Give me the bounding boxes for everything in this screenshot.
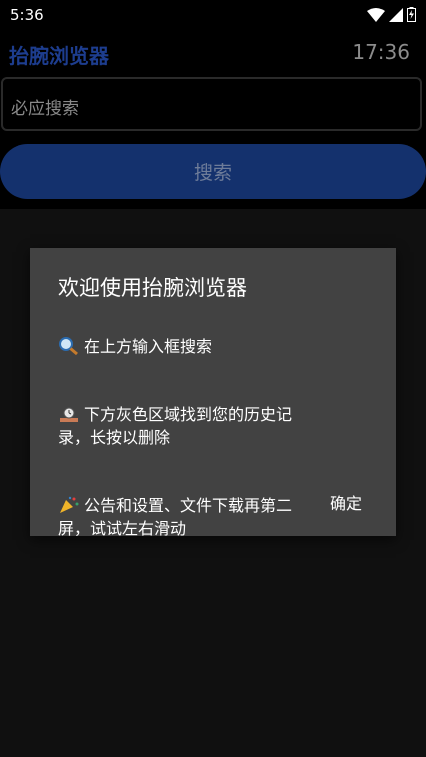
- alarm-clock-icon: [60, 407, 78, 422]
- battery-charging-icon: [407, 7, 416, 22]
- search-button-label: 搜索: [193, 162, 232, 184]
- dialog-line-history-text: 下方灰色区域找到您的历史记 录，长按以删除: [58, 405, 293, 447]
- dialog-line-history: 下方灰色区域找到您的历史记 录，长按以删除: [58, 380, 368, 449]
- dialog-line-search-text: 在上方输入框搜索: [84, 337, 213, 356]
- search-input[interactable]: 必应搜索: [1, 77, 422, 131]
- welcome-dialog: 欢迎使用抬腕浏览器 在上方输入框搜索 下方灰色区域找到您的历史记 录，长按以删除…: [30, 248, 396, 538]
- dialog-line-swipe-text: 公告和设置、文件下载再第二 屏，试试左右滑动: [58, 496, 293, 538]
- search-button[interactable]: 搜索: [0, 144, 426, 199]
- app-bar: 抬腕浏览器 17:36: [0, 30, 426, 76]
- dialog-line-search: 在上方输入框搜索: [58, 312, 368, 358]
- status-icons: [367, 7, 416, 22]
- search-placeholder: 必应搜索: [11, 99, 79, 119]
- status-time: 5:36: [10, 6, 44, 24]
- wifi-icon: [367, 7, 385, 22]
- ok-button[interactable]: 确定: [330, 490, 362, 514]
- party-popper-icon: [60, 496, 79, 513]
- status-bar: 5:36: [0, 0, 426, 30]
- app-title: 抬腕浏览器: [9, 44, 109, 68]
- dialog-line-swipe: 公告和设置、文件下载再第二 屏，试试左右滑动: [58, 471, 368, 540]
- clock: 17:36: [352, 40, 410, 64]
- magnifier-icon: [59, 337, 78, 355]
- dialog-title: 欢迎使用抬腕浏览器: [58, 276, 247, 300]
- signal-icon: [389, 7, 403, 22]
